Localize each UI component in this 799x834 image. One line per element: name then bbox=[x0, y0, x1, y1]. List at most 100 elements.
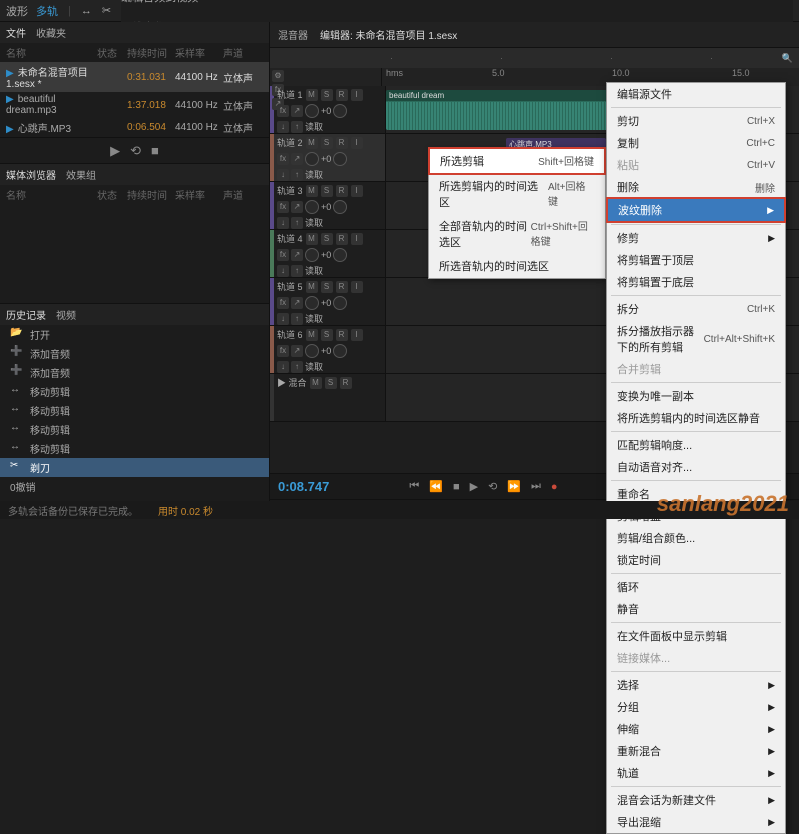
submenu-item[interactable]: 全部音轨内的时间选区Ctrl+Shift+回格键 bbox=[429, 214, 605, 254]
context-menu-item[interactable]: 编辑源文件 bbox=[607, 83, 785, 105]
context-menu-item[interactable]: 剪辑/组合颜色... bbox=[607, 527, 785, 549]
mb-col-status[interactable]: 状态 bbox=[97, 187, 127, 202]
overview-timeline[interactable]: ···· 🔍 bbox=[270, 48, 799, 68]
timecode-display[interactable]: 0:08.747 bbox=[278, 479, 329, 494]
volume-knob[interactable] bbox=[305, 344, 319, 358]
context-menu-item[interactable]: 自动语音对齐... bbox=[607, 456, 785, 478]
col-samplerate-header[interactable]: 采样率 bbox=[175, 45, 223, 60]
effects-rack-tab[interactable]: 效果组 bbox=[66, 167, 96, 182]
arm-record-button[interactable]: R bbox=[336, 185, 348, 197]
video-tab[interactable]: 视频 bbox=[56, 307, 76, 322]
context-menu-item[interactable]: 重新混合▶ bbox=[607, 740, 785, 762]
mute-button[interactable]: M bbox=[306, 281, 318, 293]
history-tab[interactable]: 历史记录 bbox=[6, 307, 46, 322]
track-name-label[interactable]: 轨道 3 bbox=[277, 184, 303, 197]
submenu-item[interactable]: 所选剪辑内的时间选区Alt+回格键 bbox=[429, 174, 605, 214]
loop-play-icon[interactable]: ⟲ bbox=[488, 480, 497, 493]
mb-col-sr[interactable]: 采样率 bbox=[175, 187, 223, 202]
mixer-tab[interactable]: 混音器 bbox=[278, 27, 308, 42]
context-menu-item[interactable]: 删除删除 bbox=[607, 176, 785, 198]
volume-knob[interactable] bbox=[305, 104, 319, 118]
pan-knob[interactable] bbox=[333, 200, 347, 214]
col-duration-header[interactable]: 持续时间 bbox=[127, 45, 175, 60]
automation-mode[interactable]: 读取 bbox=[305, 120, 323, 133]
pan-knob[interactable] bbox=[333, 296, 347, 310]
editor-tab[interactable]: 编辑器: 未命名混音项目 1.sesx bbox=[320, 27, 457, 42]
context-menu-item[interactable]: 将剪辑置于顶层 bbox=[607, 249, 785, 271]
zoom-icon[interactable]: 🔍 bbox=[782, 53, 793, 64]
monitor-input-button[interactable]: I bbox=[351, 137, 363, 149]
history-item[interactable]: ↔移动剪辑 bbox=[0, 401, 269, 420]
favorites-tab[interactable]: 收藏夹 bbox=[36, 25, 66, 40]
track-name-label[interactable]: 轨道 6 bbox=[277, 328, 303, 341]
automation-mode[interactable]: 读取 bbox=[305, 360, 323, 373]
arm-record-button[interactable]: R bbox=[336, 329, 348, 341]
monitor-input-button[interactable]: I bbox=[351, 89, 363, 101]
context-menu-item[interactable]: 选择▶ bbox=[607, 674, 785, 696]
play-icon[interactable]: ▶ bbox=[470, 480, 478, 493]
history-item[interactable]: ✂剃刀 bbox=[0, 458, 269, 477]
solo-button[interactable]: S bbox=[321, 137, 333, 149]
mini-loop-icon[interactable]: ⟲ bbox=[130, 143, 141, 159]
mute-button[interactable]: M bbox=[306, 233, 318, 245]
pan-knob[interactable] bbox=[333, 344, 347, 358]
pan-knob[interactable] bbox=[333, 104, 347, 118]
automation-mode[interactable]: 读取 bbox=[305, 264, 323, 277]
mini-stop-icon[interactable]: ■ bbox=[151, 143, 159, 158]
track-name-label[interactable]: 轨道 4 bbox=[277, 232, 303, 245]
history-item[interactable]: ↔移动剪辑 bbox=[0, 382, 269, 401]
volume-knob[interactable] bbox=[305, 296, 319, 310]
context-menu-item[interactable]: 拆分Ctrl+K bbox=[607, 298, 785, 320]
fx-toggle-icon[interactable]: ⚙ bbox=[272, 70, 284, 82]
context-menu-item[interactable]: 复制Ctrl+C bbox=[607, 132, 785, 154]
tool-razor-icon[interactable]: ✂ bbox=[102, 4, 111, 17]
automation-mode[interactable]: 读取 bbox=[305, 216, 323, 229]
solo-button[interactable]: S bbox=[321, 329, 333, 341]
workspace-edit-audio-link[interactable]: 编辑音频到视频 bbox=[121, 0, 793, 5]
history-item[interactable]: ➕添加音频 bbox=[0, 363, 269, 382]
fast-forward-icon[interactable]: ⏩ bbox=[507, 480, 521, 493]
volume-knob[interactable] bbox=[305, 248, 319, 262]
context-menu-item[interactable]: 轨道▶ bbox=[607, 762, 785, 784]
context-menu-item[interactable]: 循环 bbox=[607, 576, 785, 598]
track-name-label[interactable]: 轨道 1 bbox=[277, 88, 303, 101]
context-menu-item[interactable]: 拆分播放指示器下的所有剪辑Ctrl+Alt+Shift+K bbox=[607, 320, 785, 358]
context-menu-item[interactable]: 静音 bbox=[607, 598, 785, 620]
automation-mode[interactable]: 读取 bbox=[305, 168, 323, 181]
context-menu-item[interactable]: 波纹删除▶ bbox=[606, 197, 786, 223]
context-menu-item[interactable]: 锁定时间 bbox=[607, 549, 785, 571]
media-browser-tab[interactable]: 媒体浏览器 bbox=[6, 167, 56, 182]
solo-button[interactable]: S bbox=[321, 281, 333, 293]
arm-record-button[interactable]: R bbox=[336, 281, 348, 293]
mute-button[interactable]: M bbox=[306, 137, 318, 149]
context-menu-item[interactable]: 修剪▶ bbox=[607, 227, 785, 249]
solo-button[interactable]: S bbox=[321, 89, 333, 101]
mb-col-dur[interactable]: 持续时间 bbox=[127, 187, 175, 202]
record-icon[interactable]: ● bbox=[551, 481, 558, 493]
col-status-header[interactable]: 状态 bbox=[97, 45, 127, 60]
file-row[interactable]: ▶心跳声.MP30:06.50444100 Hz立体声 bbox=[0, 118, 269, 137]
solo-button[interactable]: S bbox=[321, 185, 333, 197]
context-menu-item[interactable]: 伸缩▶ bbox=[607, 718, 785, 740]
file-row[interactable]: ▶beautiful dream.mp31:37.01844100 Hz立体声 bbox=[0, 92, 269, 118]
history-item[interactable]: ↔移动剪辑 bbox=[0, 420, 269, 439]
stop-icon[interactable]: ■ bbox=[453, 481, 460, 493]
context-menu-item[interactable]: 剪切Ctrl+X bbox=[607, 110, 785, 132]
mute-button[interactable]: M bbox=[306, 185, 318, 197]
monitor-input-button[interactable]: I bbox=[351, 185, 363, 197]
monitor-input-button[interactable]: I bbox=[351, 281, 363, 293]
pan-knob[interactable] bbox=[333, 248, 347, 262]
context-menu-item[interactable]: 导出混缩▶ bbox=[607, 811, 785, 833]
context-menu-item[interactable]: 混音会话为新建文件▶ bbox=[607, 789, 785, 811]
arm-record-button[interactable]: R bbox=[336, 89, 348, 101]
submenu-item[interactable]: 所选剪辑Shift+回格键 bbox=[428, 147, 606, 175]
mute-button[interactable]: M bbox=[306, 89, 318, 101]
file-row[interactable]: ▶未命名混音项目 1.sesx *0:31.03144100 Hz立体声 bbox=[0, 62, 269, 92]
context-menu-item[interactable]: 匹配剪辑响度... bbox=[607, 434, 785, 456]
context-menu-item[interactable]: 分组▶ bbox=[607, 696, 785, 718]
solo-button[interactable]: S bbox=[321, 233, 333, 245]
pan-knob[interactable] bbox=[333, 152, 347, 166]
automation-mode[interactable]: 读取 bbox=[305, 312, 323, 325]
tool-move-icon[interactable]: ↔ bbox=[81, 5, 92, 17]
rewind-icon[interactable]: ⏪ bbox=[429, 480, 443, 493]
